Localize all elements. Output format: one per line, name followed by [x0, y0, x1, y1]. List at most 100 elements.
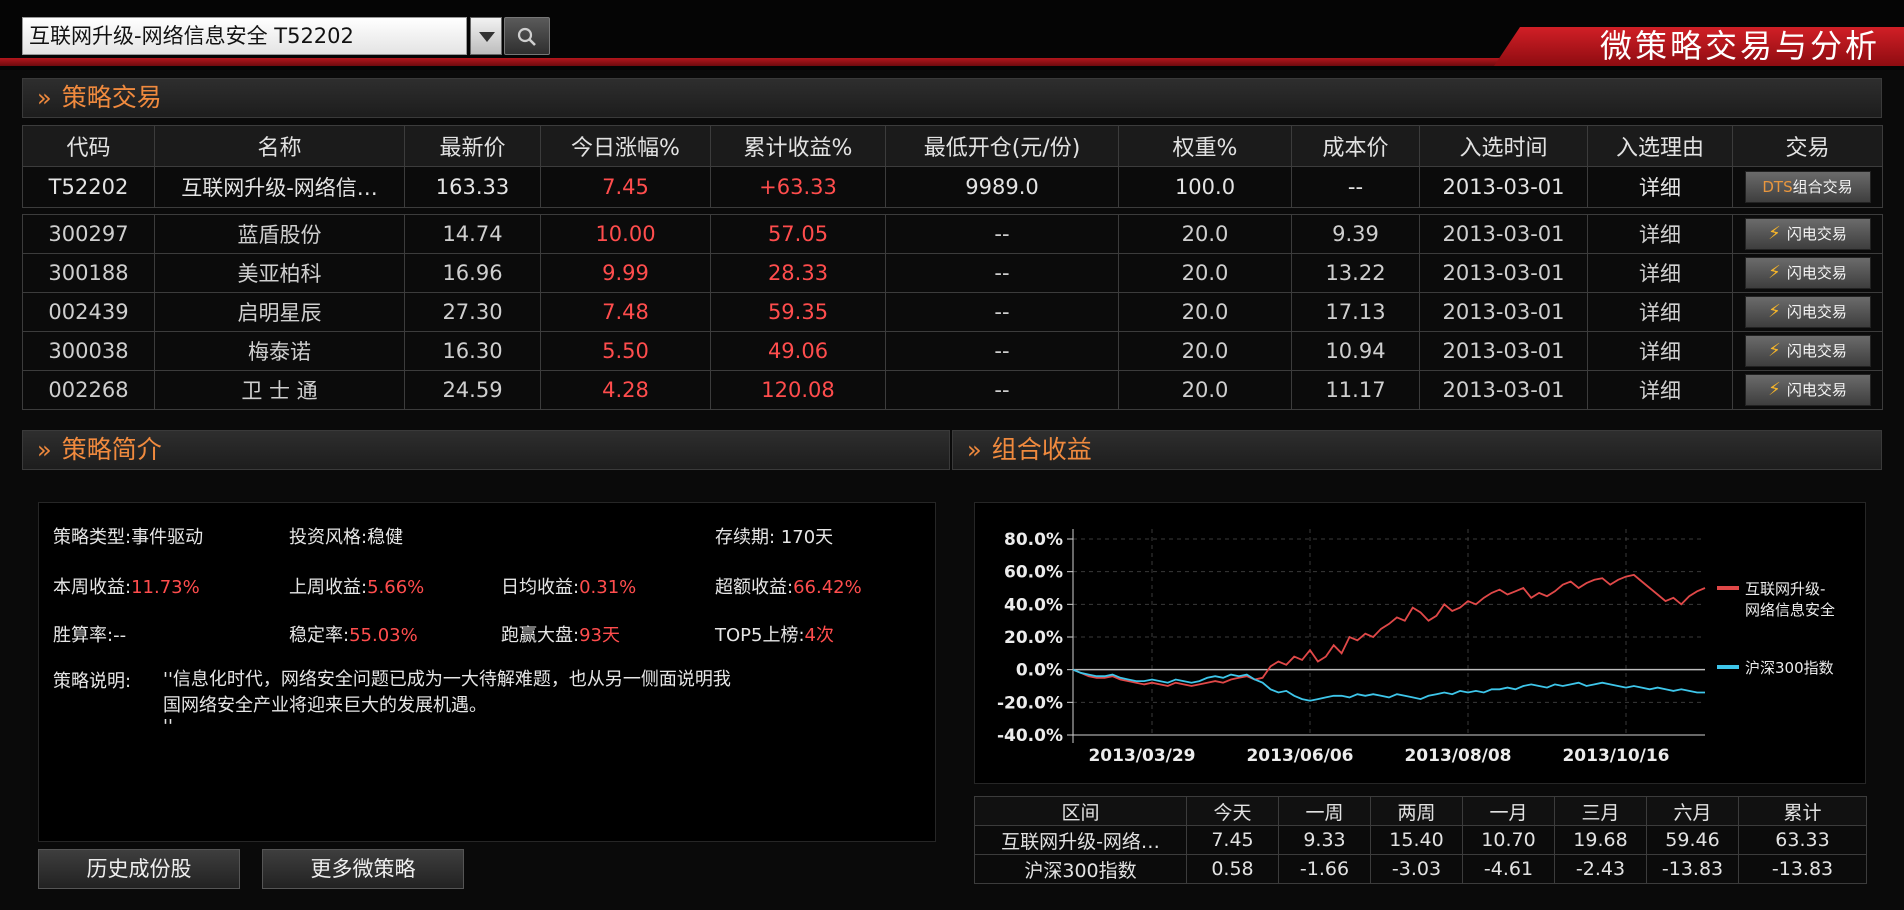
- stock-row: 300297 蓝盾股份 14.74 10.00 57.05 -- 20.0 9.39 2013-…: [22, 214, 1883, 254]
- cell-reason[interactable]: 详细: [1587, 253, 1733, 293]
- return-cell: 59.46: [1646, 825, 1739, 855]
- banner-title: 微策略交易与分析: [1494, 27, 1904, 66]
- x-tick-label: 2013/08/08: [1404, 746, 1511, 766]
- cell-reason-link[interactable]: 详细: [1587, 166, 1733, 208]
- duration: 存续期: 170天: [715, 523, 833, 549]
- lightning-icon: ⚡: [1768, 223, 1781, 244]
- flash-trade-label: 闪电交易: [1786, 342, 1847, 360]
- strategy-selector[interactable]: 互联网升级-网络信息安全 T52202: [22, 17, 467, 55]
- cell-weight: 100.0: [1118, 166, 1292, 208]
- cell-name: 美亚柏科: [154, 253, 405, 293]
- return-cell: 0.58: [1186, 854, 1279, 884]
- lightning-icon: ⚡: [1768, 379, 1781, 400]
- portfolio-return-title: 组合收益: [991, 435, 1092, 464]
- desc-line: 国网络安全产业将迎来巨大的发展机遇。: [163, 695, 487, 716]
- y-tick-label: -40.0%: [997, 726, 1063, 746]
- cell-today: 4.28: [540, 370, 711, 410]
- cell-today: 5.50: [540, 331, 711, 371]
- history-components-button[interactable]: 历史成份股: [38, 849, 240, 889]
- return-col-header: 今天: [1186, 796, 1279, 826]
- cell-price: 163.33: [404, 166, 541, 208]
- cell-name: 启明星辰: [154, 292, 405, 332]
- cell-weight: 20.0: [1118, 331, 1292, 371]
- strategy-type-value: 事件驱动: [131, 527, 204, 548]
- col-header: 名称: [154, 125, 405, 167]
- legend-label: 网络信息安全: [1745, 601, 1835, 619]
- more-strategies-button[interactable]: 更多微策略: [262, 849, 464, 889]
- cell-trade: ⚡ 闪电交易: [1732, 331, 1883, 371]
- cell-cost: 10.94: [1291, 331, 1420, 371]
- beat-market-label: 跑赢大盘:: [501, 625, 580, 646]
- cell-reason[interactable]: 详细: [1587, 214, 1733, 254]
- legend-label: 沪深300指数: [1745, 659, 1834, 677]
- daily-return: 日均收益:0.31%: [501, 573, 636, 599]
- cell-price: 14.74: [404, 214, 541, 254]
- cell-reason[interactable]: 详细: [1587, 370, 1733, 410]
- return-cell: 63.33: [1738, 825, 1867, 855]
- strategy-intro-box: 策略类型:事件驱动 投资风格:稳健 存续期: 170天 本周收益:11.73% …: [38, 502, 936, 842]
- cell-reason[interactable]: 详细: [1587, 331, 1733, 371]
- return-row: 沪深300指数 0.58 -1.66 -3.03 -4.61 -2.43 -13.83 -13…: [974, 854, 1867, 884]
- search-icon: [517, 27, 536, 46]
- combo-trade-label: 组合交易: [1792, 178, 1853, 196]
- cell-code: 002268: [22, 370, 155, 410]
- col-header: 入选理由: [1587, 125, 1733, 167]
- cell-cost: 11.17: [1291, 370, 1420, 410]
- flash-trade-label: 闪电交易: [1786, 225, 1847, 243]
- cell-price: 27.30: [404, 292, 541, 332]
- flash-trade-button[interactable]: ⚡ 闪电交易: [1744, 335, 1871, 367]
- double-chevron-icon: »: [967, 436, 982, 464]
- cell-today: 10.00: [540, 214, 711, 254]
- stock-row: 002439 启明星辰 27.30 7.48 59.35 -- 20.0 17.13 2013-…: [22, 292, 1883, 332]
- flash-trade-label: 闪电交易: [1786, 264, 1847, 282]
- invest-style-label: 投资风格:: [289, 527, 368, 548]
- lastweek-return-value: 5.66%: [367, 577, 425, 598]
- cell-cost: 9.39: [1291, 214, 1420, 254]
- return-cell: 互联网升级-网络…: [974, 825, 1187, 855]
- x-tick-label: 2013/10/16: [1562, 746, 1669, 766]
- excess-return-value: 66.42%: [793, 577, 862, 598]
- cell-reason[interactable]: 详细: [1587, 292, 1733, 332]
- cell-cost: 17.13: [1291, 292, 1420, 332]
- search-button[interactable]: [504, 17, 550, 55]
- week-return-label: 本周收益:: [53, 577, 132, 598]
- dropdown-button[interactable]: [470, 17, 502, 55]
- flash-trade-button[interactable]: ⚡ 闪电交易: [1744, 374, 1871, 406]
- lightning-icon: ⚡: [1768, 262, 1781, 283]
- cell-price: 16.96: [404, 253, 541, 293]
- y-tick-label: 20.0%: [1004, 628, 1063, 648]
- x-tick-label: 2013/03/29: [1088, 746, 1195, 766]
- win-rate-value: --: [113, 625, 127, 646]
- return-cell: 10.70: [1462, 825, 1555, 855]
- stock-row: 002268 卫 士 通 24.59 4.28 120.08 -- 20.0 11.17 201…: [22, 370, 1883, 410]
- lightning-icon: ⚡: [1768, 340, 1781, 361]
- win-rate-label: 胜算率:: [53, 625, 114, 646]
- stability-rate: 稳定率:55.03%: [289, 621, 418, 647]
- col-header: 最新价: [404, 125, 541, 167]
- return-col-header: 两周: [1370, 796, 1463, 826]
- return-cell: -1.66: [1278, 854, 1371, 884]
- flash-trade-button[interactable]: ⚡ 闪电交易: [1744, 296, 1871, 328]
- return-table-header: 区间 今天 一周 两周 一月 三月 六月 累计: [974, 796, 1867, 826]
- cell-name: 互联网升级-网络信…: [154, 166, 405, 208]
- cell-date: 2013-03-01: [1419, 214, 1588, 254]
- col-header: 入选时间: [1419, 125, 1588, 167]
- col-header: 权重%: [1118, 125, 1292, 167]
- return-col-header: 累计: [1738, 796, 1867, 826]
- cell-date: 2013-03-01: [1419, 292, 1588, 332]
- flash-trade-button[interactable]: ⚡ 闪电交易: [1744, 257, 1871, 289]
- lastweek-return: 上周收益:5.66%: [289, 573, 424, 599]
- duration-label: 存续期:: [715, 527, 776, 548]
- cell-date: 2013-03-01: [1419, 370, 1588, 410]
- cell-weight: 20.0: [1118, 214, 1292, 254]
- strategy-type-label: 策略类型:: [53, 527, 132, 548]
- return-cell: 7.45: [1186, 825, 1279, 855]
- strategy-description: ''信息化时代，网络安全问题已成为一大待解难题，也从另一侧面说明我 国网络安全产…: [163, 667, 903, 736]
- return-cell: -3.03: [1370, 854, 1463, 884]
- cell-code: 300038: [22, 331, 155, 371]
- flash-trade-button[interactable]: ⚡ 闪电交易: [1744, 218, 1871, 250]
- legend-label: 互联网升级-: [1745, 580, 1825, 598]
- dts-combo-trade-button[interactable]: DTS组合交易: [1744, 171, 1871, 203]
- strategy-table: 代码 名称 最新价 今日涨幅% 累计收益% 最低开仓(元/份) 权重% 成本价 …: [22, 125, 1883, 208]
- cell-cum: 28.33: [710, 253, 886, 293]
